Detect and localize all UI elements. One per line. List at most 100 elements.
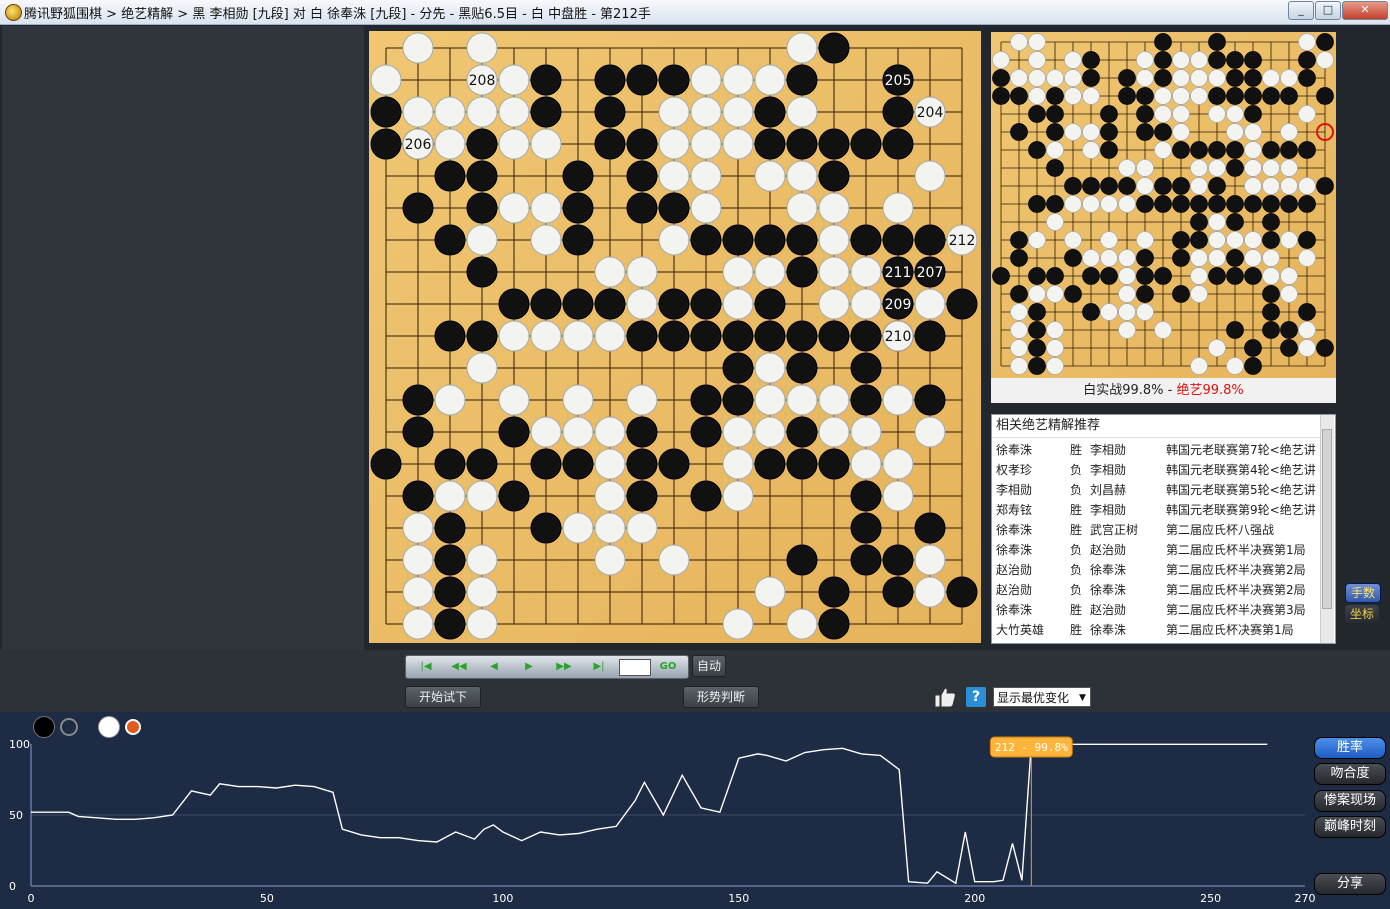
list-item[interactable]: 徐奉洙 胜李相勋 韩国元老联赛第7轮<绝艺讲解 xyxy=(992,438,1335,458)
white-stone[interactable] xyxy=(786,192,818,224)
white-stone[interactable] xyxy=(530,192,562,224)
white-stone[interactable] xyxy=(434,480,466,512)
white-stone[interactable] xyxy=(722,448,754,480)
black-stone[interactable] xyxy=(434,320,466,352)
toggle-coordinates-button[interactable]: 坐标 xyxy=(1345,605,1379,623)
black-stone[interactable] xyxy=(786,128,818,160)
white-stone[interactable] xyxy=(882,192,914,224)
black-stone[interactable] xyxy=(562,224,594,256)
white-stone[interactable] xyxy=(882,448,914,480)
black-stone[interactable] xyxy=(754,288,786,320)
auto-play-button[interactable]: 自动 xyxy=(692,655,726,677)
peak-moment-button[interactable]: 巅峰时刻 xyxy=(1314,816,1386,838)
win-rate-button[interactable]: 胜率 xyxy=(1314,737,1386,759)
white-stone[interactable] xyxy=(562,384,594,416)
white-stone[interactable] xyxy=(690,128,722,160)
black-stone[interactable] xyxy=(402,192,434,224)
black-stone[interactable] xyxy=(370,96,402,128)
black-stone[interactable] xyxy=(786,352,818,384)
white-stone[interactable] xyxy=(658,128,690,160)
white-stone[interactable] xyxy=(658,544,690,576)
white-stone[interactable] xyxy=(850,288,882,320)
black-stone[interactable] xyxy=(434,576,466,608)
black-stone[interactable] xyxy=(690,320,722,352)
black-stone[interactable] xyxy=(786,256,818,288)
black-stone[interactable] xyxy=(786,224,818,256)
white-stone[interactable] xyxy=(754,352,786,384)
white-stone[interactable] xyxy=(818,384,850,416)
white-stone[interactable] xyxy=(530,224,562,256)
white-stone[interactable] xyxy=(882,384,914,416)
black-stone[interactable] xyxy=(402,416,434,448)
white-stone[interactable] xyxy=(562,320,594,352)
white-stone[interactable] xyxy=(466,480,498,512)
white-stone[interactable] xyxy=(850,416,882,448)
white-stone[interactable] xyxy=(498,384,530,416)
white-stone[interactable] xyxy=(530,128,562,160)
white-stone[interactable] xyxy=(594,512,626,544)
black-stone[interactable] xyxy=(946,288,978,320)
white-stone[interactable] xyxy=(402,512,434,544)
black-stone[interactable] xyxy=(466,256,498,288)
white-stone[interactable] xyxy=(754,384,786,416)
black-stone[interactable] xyxy=(722,224,754,256)
white-stone[interactable] xyxy=(658,96,690,128)
ai-preview-board-svg[interactable] xyxy=(991,32,1336,378)
white-stone[interactable] xyxy=(466,544,498,576)
recommended-games-list[interactable]: 相关绝艺精解推荐 徐奉洙胜李相勋 韩国元老联赛第7轮<绝艺讲解 权孝珍负李相勋 韩国元… xyxy=(991,414,1336,644)
black-stone[interactable] xyxy=(786,64,818,96)
list-item[interactable]: 郑寿铉 胜李相勋 韩国元老联赛第9轮<绝艺讲解 xyxy=(992,498,1335,518)
white-stone[interactable] xyxy=(882,480,914,512)
minimize-button[interactable]: _ xyxy=(1288,1,1314,20)
white-stone[interactable] xyxy=(594,416,626,448)
black-stone[interactable] xyxy=(530,64,562,96)
black-stone[interactable] xyxy=(434,544,466,576)
black-stone[interactable] xyxy=(562,448,594,480)
white-stone[interactable] xyxy=(914,544,946,576)
white-stone[interactable] xyxy=(722,416,754,448)
white-stone[interactable] xyxy=(370,64,402,96)
black-stone[interactable] xyxy=(530,512,562,544)
white-stone[interactable] xyxy=(690,96,722,128)
white-stone[interactable] xyxy=(498,96,530,128)
first-move-button[interactable]: |◀ xyxy=(414,659,438,675)
white-stone[interactable] xyxy=(818,224,850,256)
white-stone[interactable] xyxy=(402,576,434,608)
black-stone[interactable] xyxy=(530,96,562,128)
white-stone[interactable] xyxy=(818,256,850,288)
black-stone[interactable] xyxy=(434,512,466,544)
ai-preview-board[interactable] xyxy=(991,32,1336,378)
try-move-button[interactable]: 开始试下 xyxy=(405,686,481,708)
white-stone[interactable] xyxy=(498,192,530,224)
black-stone[interactable] xyxy=(786,320,818,352)
black-stone[interactable] xyxy=(754,320,786,352)
black-stone[interactable] xyxy=(850,512,882,544)
black-stone[interactable] xyxy=(530,448,562,480)
black-stone[interactable] xyxy=(466,448,498,480)
black-stone[interactable] xyxy=(850,224,882,256)
list-item[interactable]: 徐奉洙 胜武宫正树 第二届应氏杯八强战 xyxy=(992,518,1335,538)
variation-display-select[interactable]: 显示最优变化 ▼ xyxy=(993,687,1091,707)
white-stone[interactable] xyxy=(786,608,818,640)
white-stone[interactable] xyxy=(466,224,498,256)
white-stone[interactable] xyxy=(530,416,562,448)
black-stone[interactable] xyxy=(850,352,882,384)
white-stone[interactable] xyxy=(402,32,434,64)
black-stone[interactable] xyxy=(690,480,722,512)
black-stone[interactable] xyxy=(722,352,754,384)
list-item[interactable]: 徐奉洙 胜赵治勋 第二届应氏杯半决赛第3局 xyxy=(992,598,1335,618)
white-stone[interactable] xyxy=(658,160,690,192)
black-stone[interactable] xyxy=(818,320,850,352)
go-board[interactable]: 208 204 205 206 212 211 207 209 210 xyxy=(369,31,981,643)
black-stone[interactable] xyxy=(818,128,850,160)
white-stone[interactable] xyxy=(626,512,658,544)
black-stone[interactable] xyxy=(818,32,850,64)
white-stone[interactable] xyxy=(402,608,434,640)
white-stone[interactable] xyxy=(786,96,818,128)
white-stone[interactable] xyxy=(690,192,722,224)
white-stone[interactable] xyxy=(722,96,754,128)
black-stone[interactable] xyxy=(818,448,850,480)
white-stone[interactable] xyxy=(466,96,498,128)
match-rate-button[interactable]: 吻合度 xyxy=(1314,763,1386,785)
black-stone[interactable] xyxy=(626,160,658,192)
